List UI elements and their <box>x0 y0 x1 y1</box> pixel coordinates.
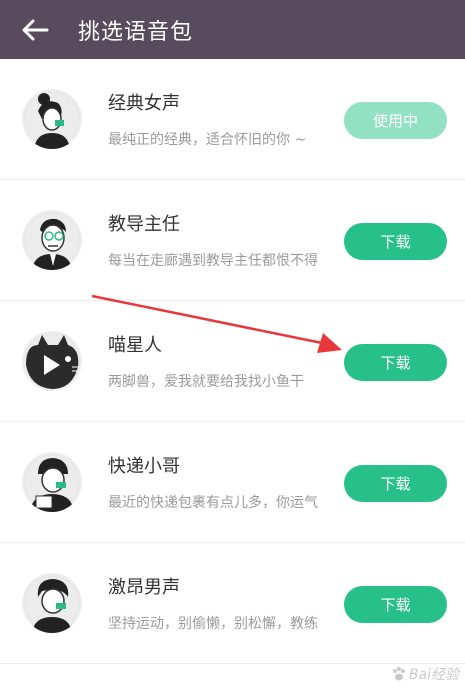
voice-description: 两脚兽，爱我就要给我找小鱼干 <box>108 374 304 390</box>
voice-description: 最纯正的经典，适合怀旧的你 ~ <box>108 132 307 148</box>
download-button[interactable]: 下载 <box>344 344 447 381</box>
list-item[interactable]: 快递小哥 最近的快递包裹有点儿多，你运气 下载 <box>0 422 465 543</box>
page-title: 挑选语音包 <box>78 19 194 45</box>
download-button[interactable]: 下载 <box>344 586 447 623</box>
voice-description: 坚持运动，别偷懒，别松懈，教练 <box>108 616 318 632</box>
paw-icon <box>392 667 405 681</box>
back-button[interactable] <box>0 0 70 59</box>
list-item[interactable]: 喵星人 两脚兽，爱我就要给我找小鱼干 下载 <box>0 301 465 422</box>
voice-pack-list: 经典女声 最纯正的经典，适合怀旧的你 ~ 使用中 教导主任 每当在走廊遇到教导主… <box>0 59 465 664</box>
voice-name: 经典女声 <box>108 93 180 114</box>
man-avatar-icon <box>22 573 82 633</box>
cat-avatar-icon <box>22 331 82 391</box>
list-item[interactable]: 经典女声 最纯正的经典，适合怀旧的你 ~ 使用中 <box>0 59 465 180</box>
voice-description: 每当在走廊遇到教导主任都恨不得 <box>108 253 318 269</box>
woman-avatar-icon <box>22 89 82 149</box>
in-use-button[interactable]: 使用中 <box>344 102 447 139</box>
voice-name: 喵星人 <box>108 335 162 356</box>
download-button[interactable]: 下载 <box>344 223 447 260</box>
courier-avatar-icon <box>22 452 82 512</box>
voice-description: 最近的快递包裹有点儿多，你运气 <box>108 495 318 511</box>
voice-name: 快递小哥 <box>108 456 180 477</box>
back-arrow-icon <box>22 19 49 40</box>
download-button[interactable]: 下载 <box>344 465 447 502</box>
list-item[interactable]: 教导主任 每当在走廊遇到教导主任都恨不得 下载 <box>0 180 465 301</box>
list-item[interactable]: 激昂男声 坚持运动，别偷懒，别松懈，教练 下载 <box>0 543 465 664</box>
voice-name: 教导主任 <box>108 214 180 235</box>
watermark-text: Bai经验 <box>408 667 459 683</box>
teacher-avatar-icon <box>22 210 82 270</box>
voice-name: 激昂男声 <box>108 577 180 598</box>
watermark: Bai经验 <box>391 664 459 684</box>
top-bar: 挑选语音包 <box>0 0 465 59</box>
